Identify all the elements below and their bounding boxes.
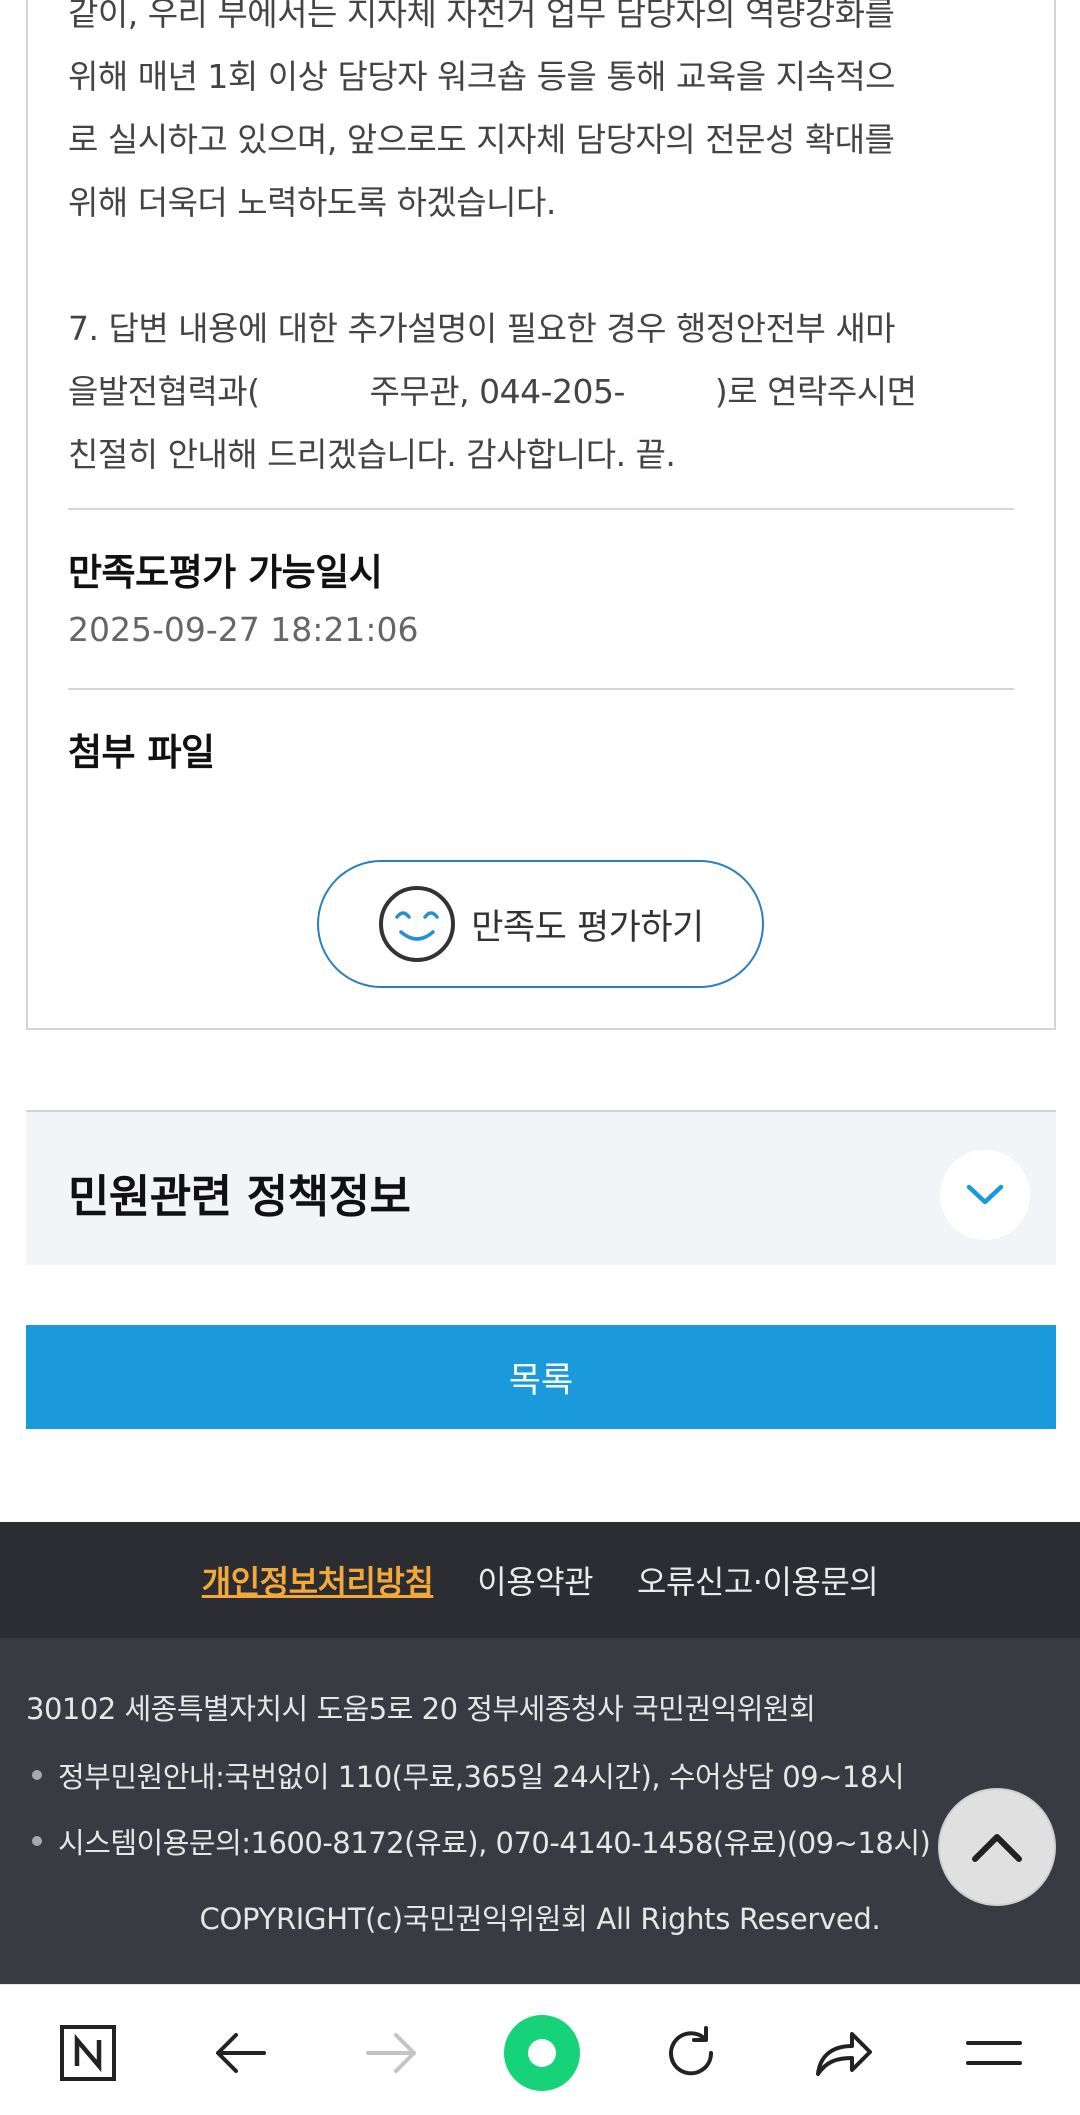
- menu-icon[interactable]: [944, 2003, 1044, 2103]
- answer-text: 같이, 우리 부에서는 지자체 자전거 업무 담당자의 역량강화를 위해 매년 …: [68, 0, 1018, 486]
- error-report-link[interactable]: 오류신고·이용문의: [637, 1557, 879, 1603]
- privacy-policy-link[interactable]: 개인정보처리방침: [202, 1557, 434, 1603]
- bullet-icon: [32, 1770, 42, 1780]
- answer-line-7b: 을발전협력과( 주무관, 044-205- )로 연락주시면: [68, 372, 917, 411]
- smile-icon: [379, 886, 456, 962]
- footer-links: 개인정보처리방침 이용약관 오류신고·이용문의: [0, 1522, 1080, 1638]
- back-icon[interactable]: [190, 2003, 290, 2103]
- satisfaction-label: 만족도평가 가능일시: [68, 551, 383, 594]
- civil-service-info: 정부민원안내:국번없이 110(무료,365일 24시간), 수어상담 09~1…: [58, 1760, 905, 1794]
- answer-paragraph-1: 같이, 우리 부에서는 지자체 자전거 업무 담당자의 역량강화를 위해 매년 …: [68, 0, 896, 222]
- share-icon[interactable]: [793, 2003, 893, 2103]
- list-button[interactable]: 목록: [26, 1325, 1056, 1429]
- policy-info-panel[interactable]: 민원관련 정책정보: [26, 1110, 1056, 1265]
- divider: [68, 508, 1014, 510]
- rate-button-label: 만족도 평가하기: [471, 907, 704, 948]
- naver-green-dot-icon[interactable]: [492, 2003, 592, 2103]
- attachment-label: 첨부 파일: [68, 731, 215, 774]
- satisfaction-date: 2025-09-27 18:21:06: [68, 610, 419, 649]
- naver-home-icon[interactable]: [38, 2003, 138, 2103]
- answer-line-7c: 친절히 안내해 드리겠습니다. 감사합니다. 끝.: [68, 435, 676, 474]
- chevron-down-icon: [966, 1184, 1004, 1205]
- footer-address: 30102 세종특별자치시 도움5로 20 정부세종청사 국민권익위원회: [26, 1692, 816, 1726]
- footer-copyright: COPYRIGHT(c)국민권익위원회 All Rights Reserved.: [199, 1902, 881, 1936]
- answer-line-7a: 7. 답변 내용에 대한 추가설명이 필요한 경우 행정안전부 새마: [68, 309, 896, 348]
- answer-contact: 주무관, 044-205-: [369, 372, 626, 411]
- bullet-icon: [32, 1836, 42, 1846]
- answer-contact-end: )로 연락주시면: [714, 372, 917, 411]
- chevron-up-icon: [972, 1834, 1022, 1862]
- policy-expand-button[interactable]: [940, 1150, 1030, 1240]
- terms-link[interactable]: 이용약관: [477, 1557, 593, 1603]
- scroll-to-top-button[interactable]: [938, 1788, 1056, 1906]
- footer-info-line: 시스템이용문의:1600-8172(유료), 070-4140-1458(유료)…: [32, 1820, 931, 1862]
- divider: [68, 688, 1014, 690]
- forward-icon[interactable]: [342, 2003, 442, 2103]
- footer-info: 30102 세종특별자치시 도움5로 20 정부세종청사 국민권익위원회 정부민…: [0, 1638, 1080, 1984]
- footer-info-line: 정부민원안내:국번없이 110(무료,365일 24시간), 수어상담 09~1…: [32, 1754, 905, 1796]
- policy-title: 민원관련 정책정보: [68, 1170, 411, 1223]
- answer-dept: 을발전협력과(: [68, 372, 260, 411]
- system-inquiry-info: 시스템이용문의:1600-8172(유료), 070-4140-1458(유료)…: [58, 1826, 931, 1860]
- satisfaction-rate-button[interactable]: 만족도 평가하기: [317, 860, 764, 988]
- reload-icon[interactable]: [641, 2003, 741, 2103]
- browser-bottom-bar: [0, 1984, 1080, 2115]
